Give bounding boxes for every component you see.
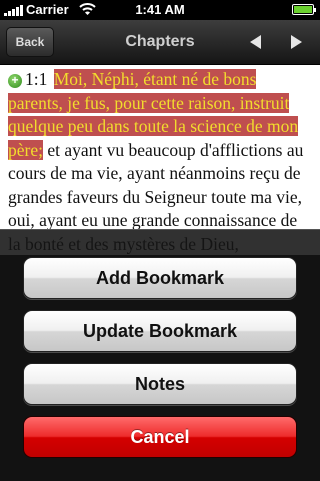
battery-icon [292, 4, 316, 15]
status-bar: Carrier 1:41 AM [0, 0, 320, 20]
clock: 1:41 AM [135, 2, 185, 17]
navigation-bar: Back Chapters [0, 20, 320, 65]
notes-button[interactable]: Notes [23, 363, 297, 405]
action-sheet: Add Bookmark Update Bookmark Notes Cance… [0, 229, 320, 481]
chapter-text: +1:1 Moi, Néphi, étant né de bons parent… [0, 65, 320, 255]
update-bookmark-button[interactable]: Update Bookmark [23, 310, 297, 352]
add-plus-icon[interactable]: + [8, 74, 22, 88]
cancel-button[interactable]: Cancel [23, 416, 297, 458]
page-title: Chapters [125, 33, 195, 50]
arrow-left-icon[interactable] [246, 32, 266, 52]
arrow-right-icon[interactable] [286, 32, 306, 52]
verse-paragraph: +1:1 Moi, Néphi, étant né de bons parent… [0, 65, 320, 255]
add-bookmark-button[interactable]: Add Bookmark [23, 257, 297, 299]
verse-number: 1:1 [25, 69, 48, 89]
